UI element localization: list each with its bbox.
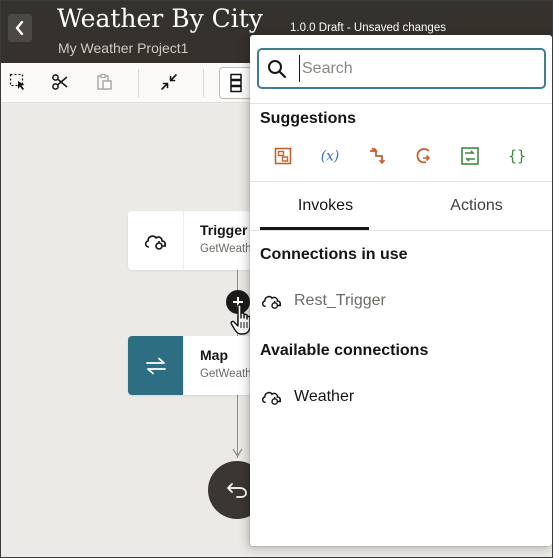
add-action-panel: Suggestions (x) {} Invokes Actions Conne… xyxy=(250,35,552,546)
trigger-node[interactable]: Trigger GetWeath xyxy=(128,211,251,270)
section-divider xyxy=(250,103,552,104)
rest-cloud-icon xyxy=(260,386,284,408)
suggestion-data-stitch[interactable] xyxy=(459,145,481,167)
tab-invokes[interactable]: Invokes xyxy=(250,188,401,230)
node-title: Map xyxy=(200,347,228,363)
connection-label: Weather xyxy=(294,388,355,405)
connection-item[interactable]: Rest_Trigger xyxy=(260,288,540,314)
cut-button[interactable] xyxy=(49,71,71,93)
collapse-icon xyxy=(161,74,177,90)
node-icon-box xyxy=(128,336,184,395)
while-loop-icon xyxy=(416,148,431,164)
rest-cloud-icon xyxy=(144,234,166,250)
chevron-left-icon xyxy=(15,21,24,35)
layout-icon xyxy=(230,73,242,93)
return-icon xyxy=(227,483,247,498)
map-node[interactable]: Map GetWeath xyxy=(128,336,251,395)
json-icon: {} xyxy=(508,147,526,165)
search-input[interactable] xyxy=(299,55,539,82)
node-title: Trigger xyxy=(200,222,248,238)
map-arrows-icon xyxy=(145,357,166,374)
flow-connector xyxy=(237,270,238,292)
search-box xyxy=(257,48,546,89)
paste-button[interactable] xyxy=(93,71,115,93)
cut-icon xyxy=(52,74,68,90)
node-subtitle: GetWeath xyxy=(200,368,251,380)
tabs-divider xyxy=(250,230,552,231)
stage-file-icon xyxy=(274,147,292,165)
connections-in-use-heading: Connections in use xyxy=(260,246,408,263)
svg-text:{}: {} xyxy=(508,147,526,165)
toolbar-divider xyxy=(203,69,204,97)
select-icon xyxy=(9,73,25,90)
paste-icon xyxy=(97,73,112,90)
toolbar-divider xyxy=(138,69,139,97)
rest-cloud-icon xyxy=(260,290,284,312)
suggestion-json[interactable]: {} xyxy=(506,145,528,167)
suggestion-while[interactable] xyxy=(413,145,435,167)
suggestions-heading: Suggestions xyxy=(260,110,357,127)
project-name[interactable]: My Weather Project1 xyxy=(58,40,188,56)
connection-label: Rest_Trigger xyxy=(294,292,386,309)
suggestion-assign[interactable]: (x) xyxy=(319,145,341,167)
section-divider xyxy=(250,181,552,182)
available-connections-heading: Available connections xyxy=(260,342,429,359)
version-status: 1.0.0 Draft - Unsaved changes xyxy=(290,22,446,34)
search-icon xyxy=(268,60,287,79)
layout-button[interactable] xyxy=(219,67,253,99)
suggestion-stage-file[interactable] xyxy=(272,145,294,167)
suggestion-for-each[interactable] xyxy=(366,145,388,167)
collapse-button[interactable] xyxy=(158,71,180,93)
svg-text:(x): (x) xyxy=(321,149,339,165)
tab-actions[interactable]: Actions xyxy=(401,188,552,230)
connection-item[interactable]: Weather xyxy=(260,384,540,410)
node-subtitle: GetWeath xyxy=(200,243,251,255)
integration-title: Weather By City xyxy=(57,4,263,33)
data-stitch-icon xyxy=(461,147,479,165)
for-each-icon xyxy=(370,147,386,165)
select-button[interactable] xyxy=(7,71,29,93)
node-icon-box xyxy=(128,211,184,270)
back-button[interactable] xyxy=(8,14,32,42)
arrow-down-icon xyxy=(232,448,243,458)
app-window: Weather By City My Weather Project1 1.0.… xyxy=(0,0,553,558)
variable-icon: (x) xyxy=(321,149,339,165)
